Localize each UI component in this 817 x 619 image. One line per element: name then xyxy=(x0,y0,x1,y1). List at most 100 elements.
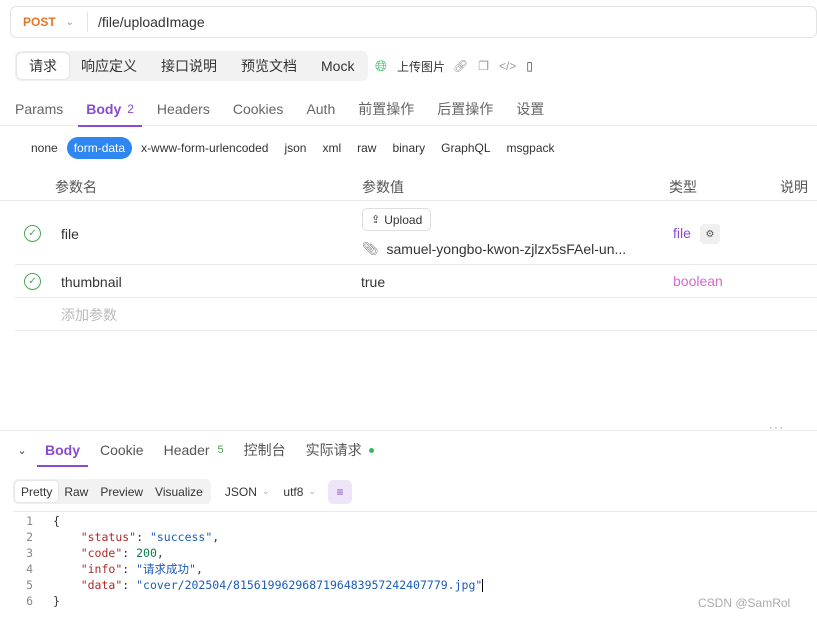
upload-button[interactable]: ⇪ Upload xyxy=(362,208,432,231)
check-icon[interactable]: ✓ xyxy=(24,225,41,242)
response-code-editor[interactable]: 1{2 "status": "success", 3 "code": 200, 4 … xyxy=(13,513,484,609)
request-tab-label: Body xyxy=(86,101,122,117)
request-tab[interactable]: Body 2 xyxy=(78,92,142,127)
code-token: : xyxy=(122,546,137,560)
response-tab[interactable]: Body xyxy=(37,433,88,467)
top-tab[interactable]: 响应定义 xyxy=(69,53,149,79)
sidebar-toggle-icon[interactable]: ▯ xyxy=(526,59,533,73)
line-number: 6 xyxy=(26,594,33,608)
format-label: JSON xyxy=(224,484,257,499)
encoding-label: utf8 xyxy=(283,484,304,499)
upload-image-button[interactable]: 上传图片 xyxy=(397,58,445,75)
text-cursor xyxy=(482,579,484,592)
encoding-select[interactable]: utf8 ⌄ xyxy=(283,485,316,499)
view-mode-option[interactable]: Pretty xyxy=(15,481,59,502)
status-dot-icon xyxy=(368,447,374,453)
code-text: "info": "请求成功", xyxy=(41,561,203,577)
code-token: "cover/202504/81561996296871964839572424… xyxy=(136,578,483,592)
resize-handle[interactable]: ··· xyxy=(769,420,784,434)
response-tab-label: 实际请求 xyxy=(305,442,362,458)
view-mode-selector: Pretty Raw Preview Visualize xyxy=(13,479,211,504)
watermark: CSDN @SamRol xyxy=(698,596,791,610)
request-tab[interactable]: 后置操作 xyxy=(429,92,501,126)
request-tab[interactable]: Auth xyxy=(298,92,343,126)
method-select[interactable]: POST ⌄ xyxy=(11,15,87,29)
param-type[interactable]: boolean xyxy=(673,273,723,289)
code-line: 6} xyxy=(13,593,483,609)
code-token: "code" xyxy=(80,546,123,560)
body-type-option[interactable]: x-www-form-urlencoded xyxy=(134,137,275,159)
view-mode-option[interactable]: Visualize xyxy=(149,481,209,502)
body-type-option[interactable]: none xyxy=(24,137,65,159)
url-bar: POST ⌄ /file/uploadImage xyxy=(10,6,817,38)
header-value: 参数值 xyxy=(362,179,404,195)
response-tab-label: Header xyxy=(163,442,210,458)
code-icon[interactable]: </> xyxy=(499,59,516,73)
request-tab-label: Cookies xyxy=(232,101,284,117)
paperclip-icon: 📎︎ xyxy=(362,241,379,256)
header-desc: 说明 xyxy=(780,179,808,195)
top-tab[interactable]: 预览文档 xyxy=(229,53,309,79)
request-tab[interactable]: Headers xyxy=(149,92,218,126)
add-param-input[interactable]: 添加参数 xyxy=(61,305,117,325)
body-type-option[interactable]: form-data xyxy=(66,137,133,159)
param-value[interactable]: true xyxy=(361,274,385,290)
header-type: 类型 xyxy=(669,179,697,195)
upload-icon: ⇪ xyxy=(371,214,381,226)
params-table-header: 参数名 参数值 类型 说明 xyxy=(0,169,817,201)
body-type-option[interactable]: msgpack xyxy=(500,137,562,159)
file-name: 📎︎ samuel-yongbo-kwon-zjlzx5sFAel-un... xyxy=(362,241,626,257)
add-param-row xyxy=(15,298,817,331)
request-tab[interactable]: Params xyxy=(7,92,71,126)
top-tab[interactable]: 接口说明 xyxy=(149,53,229,79)
response-tab[interactable]: 控制台 xyxy=(236,433,294,467)
header-name: 参数名 xyxy=(55,179,97,195)
settings-icon[interactable]: ⚙ xyxy=(700,224,720,244)
method-label: POST xyxy=(23,15,56,29)
response-tab[interactable]: Cookie xyxy=(92,433,152,467)
body-type-option[interactable]: GraphQL xyxy=(434,137,497,159)
link-icon[interactable]: 🔗︎ xyxy=(453,59,468,73)
request-tab[interactable]: 设置 xyxy=(508,92,552,126)
request-tab-label: 后置操作 xyxy=(437,101,494,117)
view-mode-option[interactable]: Raw xyxy=(58,481,94,502)
code-token: 200 xyxy=(136,546,157,560)
request-tab-label: Auth xyxy=(306,101,336,117)
line-number: 1 xyxy=(26,514,33,528)
response-tab-label: Cookie xyxy=(100,442,144,458)
top-tab[interactable]: 请求 xyxy=(17,53,69,79)
code-line: 5 "data": "cover/202504/8156199629687196… xyxy=(13,577,484,593)
response-view-controls: Pretty Raw Preview Visualize JSON ⌄ utf8 ⌄ … xyxy=(13,479,352,504)
request-tab-label: Params xyxy=(15,101,64,117)
response-tab[interactable]: 实际请求 xyxy=(298,433,382,467)
body-type-option[interactable]: binary xyxy=(385,137,432,159)
check-icon[interactable]: ✓ xyxy=(24,273,41,290)
collapse-icon[interactable]: ⌄ xyxy=(7,444,37,457)
code-line: 3 "code": 200, xyxy=(13,545,483,561)
view-mode-option[interactable]: Preview xyxy=(94,481,149,502)
table-row: ✓ file ⇪ Upload 📎︎ samuel-yongbo-kwon-zj… xyxy=(15,202,817,265)
body-type-option[interactable]: xml xyxy=(315,137,348,159)
table-row: ✓ thumbnail true boolean xyxy=(15,265,817,298)
format-select[interactable]: JSON ⌄ xyxy=(225,485,270,499)
copy-icon[interactable]: ❐ xyxy=(478,59,489,73)
body-type-option[interactable]: json xyxy=(277,137,313,159)
line-number: 2 xyxy=(26,530,33,544)
file-name-text: samuel-yongbo-kwon-zjlzx5sFAel-un... xyxy=(386,241,627,257)
word-wrap-icon[interactable]: ≡ xyxy=(327,479,352,504)
param-name[interactable]: file xyxy=(61,226,79,242)
code-token: , xyxy=(195,562,203,576)
request-tab[interactable]: Cookies xyxy=(225,92,292,126)
param-name[interactable]: thumbnail xyxy=(61,274,122,290)
globe-icon[interactable]: 🌐︎ xyxy=(375,58,387,75)
splitter[interactable] xyxy=(0,430,817,431)
top-tab[interactable]: Mock xyxy=(309,53,366,79)
response-tab[interactable]: Header 5 xyxy=(156,433,232,467)
request-tab[interactable]: 前置操作 xyxy=(350,92,422,126)
url-input[interactable]: /file/uploadImage xyxy=(88,14,205,30)
code-text: } xyxy=(41,593,60,609)
chevron-down-icon: ⌄ xyxy=(261,486,270,496)
body-type-option[interactable]: raw xyxy=(350,137,383,159)
param-type[interactable]: file xyxy=(673,225,691,241)
